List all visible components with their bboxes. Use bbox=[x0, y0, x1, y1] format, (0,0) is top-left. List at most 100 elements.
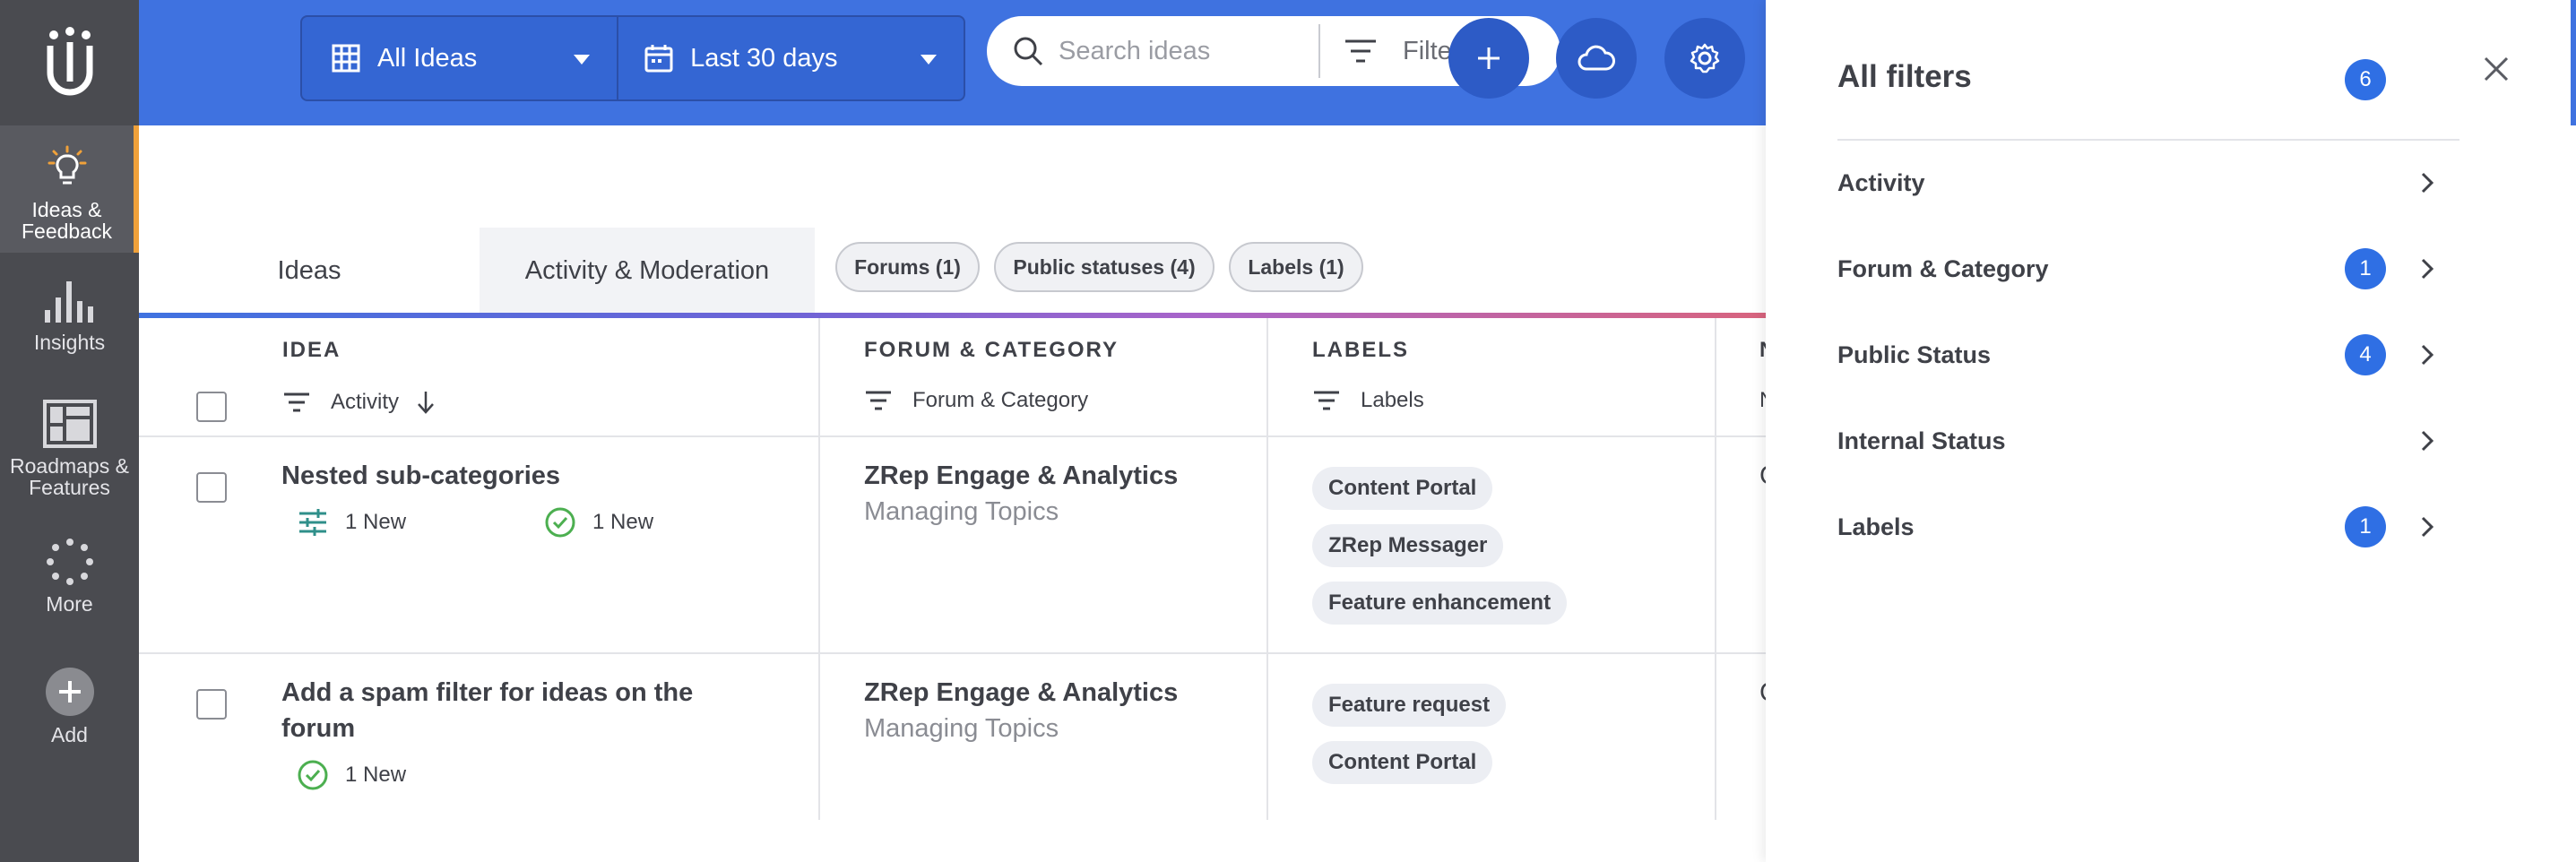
column-header-idea[interactable]: IDEA bbox=[282, 338, 341, 363]
rail-label: Features bbox=[29, 476, 110, 499]
chevron-right-icon bbox=[2421, 258, 2434, 280]
chevron-right-icon bbox=[2421, 344, 2434, 366]
check-circle-icon bbox=[544, 506, 576, 539]
filter-row-label: Labels bbox=[1837, 513, 1915, 540]
column-divider bbox=[818, 318, 820, 820]
filter-icon bbox=[282, 391, 311, 414]
filter-row-internal-status[interactable]: Internal Status bbox=[1837, 414, 2445, 468]
column-header-forum[interactable]: FORUM & CATEGORY bbox=[864, 338, 1119, 363]
grid-icon bbox=[331, 43, 361, 73]
filter-icon bbox=[1344, 38, 1378, 65]
add-button[interactable] bbox=[1448, 18, 1529, 99]
idea-stat-new-status: 1 New bbox=[297, 759, 406, 791]
rail-item-insights[interactable]: Insights bbox=[0, 276, 139, 353]
date-range-dropdown[interactable]: Last 30 days bbox=[618, 17, 964, 99]
rail-item-roadmaps-features[interactable]: Roadmaps & Features bbox=[0, 400, 139, 498]
app-logo[interactable] bbox=[0, 0, 139, 124]
rail-label: Insights bbox=[33, 331, 106, 354]
rail-label: Add bbox=[51, 723, 88, 746]
label-pill[interactable]: ZRep Messager bbox=[1312, 524, 1504, 567]
date-range-label: Last 30 days bbox=[690, 43, 838, 73]
chevron-down-icon bbox=[574, 55, 591, 65]
row-divider bbox=[139, 435, 1766, 437]
chevron-right-icon bbox=[2421, 516, 2434, 538]
filter-row-label: Activity bbox=[1837, 168, 1925, 196]
more-dots-icon bbox=[46, 539, 93, 585]
tab-activity-moderation[interactable]: Activity & Moderation bbox=[480, 228, 815, 314]
forum-name[interactable]: ZRep Engage & Analytics bbox=[864, 461, 1178, 491]
view-tabs: Ideas Activity & Moderation bbox=[139, 228, 820, 314]
cloud-button[interactable] bbox=[1556, 18, 1637, 99]
rail-label: Feedback bbox=[21, 220, 112, 243]
ideas-table: IDEA FORUM & CATEGORY LABELS N Activity … bbox=[139, 318, 1778, 862]
left-nav-rail: Ideas & Feedback Insights Roadmaps & Fea… bbox=[0, 0, 139, 862]
check-circle-icon bbox=[297, 759, 329, 791]
row-checkbox[interactable] bbox=[196, 689, 227, 720]
column-divider bbox=[1715, 318, 1716, 820]
bar-chart-icon bbox=[44, 281, 93, 323]
rail-item-ideas-feedback[interactable]: Ideas & Feedback bbox=[0, 125, 139, 253]
stat-text: 1 New bbox=[592, 510, 654, 534]
rail-label: More bbox=[46, 592, 93, 616]
rail-label: Roadmaps & bbox=[10, 454, 129, 478]
panel-divider bbox=[1837, 139, 2459, 141]
filter-row-forum-category[interactable]: Forum & Category 1 bbox=[1837, 242, 2445, 296]
filter-row-count-badge: 4 bbox=[2345, 334, 2386, 375]
search-input[interactable] bbox=[1059, 29, 1318, 73]
filter-row-label: Forum & Category bbox=[1837, 254, 2049, 282]
panel-count-badge: 6 bbox=[2345, 59, 2386, 100]
label-pill[interactable]: Feature request bbox=[1312, 684, 1507, 727]
select-all-checkbox[interactable] bbox=[196, 392, 227, 422]
top-bar: All Ideas Last 30 days Search ideas Filt… bbox=[139, 0, 1766, 125]
label-pill[interactable]: Feature enhancement bbox=[1312, 582, 1568, 625]
idea-title[interactable]: Add a spam filter for ideas on the forum bbox=[281, 675, 748, 746]
label-pill[interactable]: Content Portal bbox=[1312, 467, 1493, 510]
stat-text: 1 New bbox=[345, 510, 407, 534]
rail-label: Ideas & bbox=[31, 198, 102, 221]
chevron-right-icon bbox=[2421, 430, 2434, 452]
forum-name[interactable]: ZRep Engage & Analytics bbox=[864, 678, 1178, 708]
gear-icon bbox=[1690, 43, 1720, 73]
filter-chip-labels[interactable]: Labels (1) bbox=[1229, 242, 1363, 292]
label-pill[interactable]: Content Portal bbox=[1312, 741, 1493, 784]
column-divider bbox=[1266, 318, 1268, 820]
stat-text: 1 New bbox=[345, 763, 407, 787]
add-circle-icon bbox=[45, 668, 94, 716]
roadmap-grid-icon bbox=[42, 400, 97, 448]
chevron-right-icon bbox=[2421, 172, 2434, 194]
filter-row-public-status[interactable]: Public Status 4 bbox=[1837, 328, 2445, 382]
rail-item-more[interactable]: More bbox=[0, 538, 139, 615]
filter-chip-forums[interactable]: Forums (1) bbox=[835, 242, 980, 292]
panel-title: All filters bbox=[1837, 59, 1972, 94]
tab-ideas[interactable]: Ideas bbox=[139, 228, 480, 314]
view-selector-group: All Ideas Last 30 days bbox=[300, 15, 965, 101]
subfilter-labels[interactable]: Labels bbox=[1312, 388, 1424, 413]
filter-chip-public-statuses[interactable]: Public statuses (4) bbox=[994, 242, 1215, 292]
calendar-icon bbox=[644, 43, 674, 73]
subfilter-forum[interactable]: Forum & Category bbox=[864, 388, 1088, 413]
view-dropdown[interactable]: All Ideas bbox=[302, 17, 619, 99]
arrow-down-icon[interactable] bbox=[415, 390, 437, 415]
filter-row-activity[interactable]: Activity bbox=[1837, 156, 2445, 210]
filter-row-label: Internal Status bbox=[1837, 427, 2006, 454]
subfilter-label: Forum & Category bbox=[912, 388, 1089, 412]
cloud-icon bbox=[1578, 45, 1615, 71]
filter-row-labels[interactable]: Labels 1 bbox=[1837, 500, 2445, 554]
idea-stat-new-status: 1 New bbox=[544, 506, 653, 539]
settings-button[interactable] bbox=[1664, 18, 1745, 99]
close-icon[interactable] bbox=[2483, 56, 2510, 82]
idea-title[interactable]: Nested sub-categories bbox=[281, 458, 748, 494]
category-name: Managing Topics bbox=[864, 497, 1059, 526]
category-name: Managing Topics bbox=[864, 714, 1059, 743]
row-checkbox[interactable] bbox=[196, 472, 227, 503]
sliders-icon bbox=[297, 506, 329, 539]
filter-row-count-badge: 1 bbox=[2345, 248, 2386, 289]
lightbulb-icon bbox=[48, 145, 86, 185]
all-filters-panel: All filters 6 Activity Forum & Category … bbox=[1766, 0, 2576, 862]
filter-row-label: Public Status bbox=[1837, 340, 1992, 368]
rail-item-add[interactable]: Add bbox=[0, 667, 139, 746]
view-label: All Ideas bbox=[377, 43, 478, 73]
subfilter-activity[interactable]: Activity bbox=[282, 390, 437, 415]
filter-row-count-badge: 1 bbox=[2345, 506, 2386, 547]
column-header-labels[interactable]: LABELS bbox=[1312, 338, 1409, 363]
